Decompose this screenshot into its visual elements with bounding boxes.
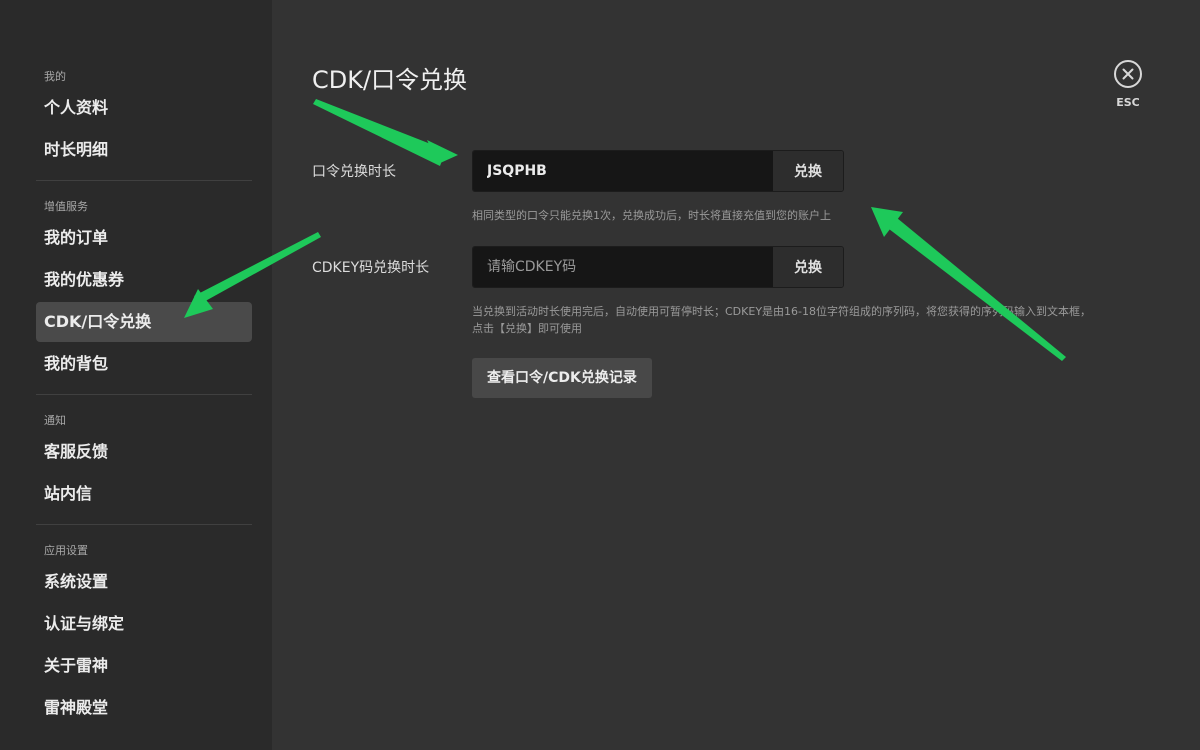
close-button[interactable]: [1114, 60, 1142, 88]
cdkey-redeem-label: CDKEY码兑换时长: [312, 260, 430, 276]
code-redeem-button[interactable]: 兑换: [773, 151, 843, 191]
sidebar-item-profile[interactable]: 个人资料: [36, 88, 252, 128]
code-redeem-label: 口令兑换时长: [312, 164, 396, 180]
divider: [36, 394, 252, 395]
sidebar-item-messages[interactable]: 站内信: [36, 474, 252, 514]
sidebar-item-coupons[interactable]: 我的优惠券: [36, 260, 252, 300]
main-panel: CDK/口令兑换 ESC 口令兑换时长 兑换 相同类型的口令只能兑换1次，兑换成…: [272, 0, 1200, 750]
divider: [36, 524, 252, 525]
sidebar-item-orders[interactable]: 我的订单: [36, 218, 252, 258]
sidebar-item-system-settings[interactable]: 系统设置: [36, 562, 252, 602]
sidebar-item-about[interactable]: 关于雷神: [36, 646, 252, 686]
group-title-mine: 我的: [44, 70, 66, 83]
sidebar: 我的 个人资料 时长明细 增值服务 我的订单 我的优惠券 CDK/口令兑换 我的…: [0, 0, 272, 750]
code-redeem-group: 兑换: [472, 150, 844, 192]
sidebar-item-hall[interactable]: 雷神殿堂: [36, 688, 252, 728]
sidebar-item-cdk-redeem[interactable]: CDK/口令兑换: [36, 302, 252, 342]
code-redeem-hint: 相同类型的口令只能兑换1次，兑换成功后，时长将直接充值到您的账户上: [472, 209, 831, 222]
cdkey-input[interactable]: [473, 247, 773, 287]
sidebar-item-duration-detail[interactable]: 时长明细: [36, 130, 252, 170]
cdkey-redeem-group: 兑换: [472, 246, 844, 288]
divider: [36, 180, 252, 181]
cdkey-redeem-hint: 当兑换到活动时长使用完后，自动使用可暂停时长；CDKEY是由16-18位字符组成…: [472, 305, 1091, 335]
group-title-value-added: 增值服务: [44, 200, 88, 213]
sidebar-item-feedback[interactable]: 客服反馈: [36, 432, 252, 472]
cdkey-redeem-button[interactable]: 兑换: [773, 247, 843, 287]
esc-label: ESC: [1116, 96, 1140, 109]
group-title-notifications: 通知: [44, 414, 66, 427]
code-input[interactable]: [473, 151, 773, 191]
close-icon: [1122, 68, 1134, 80]
page-title: CDK/口令兑换: [312, 66, 468, 94]
group-title-app-settings: 应用设置: [44, 544, 88, 557]
sidebar-item-auth-binding[interactable]: 认证与绑定: [36, 604, 252, 644]
sidebar-item-backpack[interactable]: 我的背包: [36, 344, 252, 384]
redeem-history-button[interactable]: 查看口令/CDK兑换记录: [472, 358, 652, 398]
